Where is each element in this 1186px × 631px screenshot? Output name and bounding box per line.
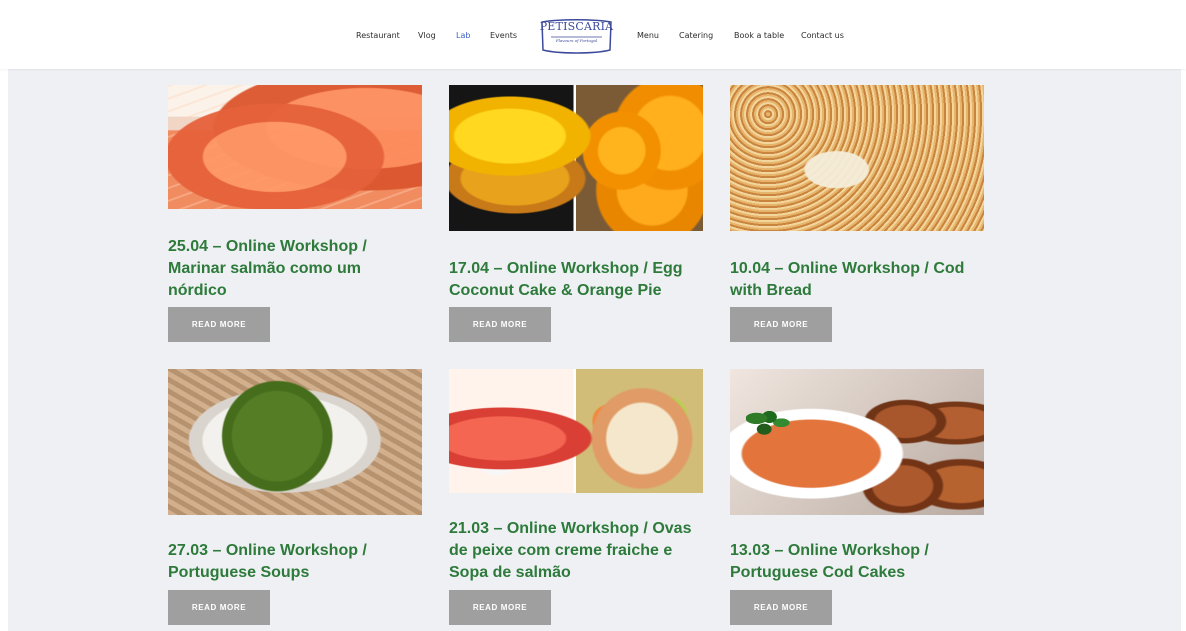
salmon-image[interactable] xyxy=(168,85,422,209)
logo-subtitle: Flavours of Portugal xyxy=(555,38,598,43)
post-title[interactable]: 25.04 – Online Workshop / Marinar salmão… xyxy=(168,236,422,302)
read-more-button[interactable]: READ MORE xyxy=(449,590,551,625)
logo-title: PETISCARIA xyxy=(539,20,614,33)
nav-events-link[interactable]: Events xyxy=(490,30,517,42)
nav-book-table-link[interactable]: Book a table xyxy=(734,30,784,42)
nav-vlog-link[interactable]: Vlog xyxy=(418,30,436,42)
nav-lab-link[interactable]: Lab xyxy=(456,30,470,42)
portuguese-cod-cakes-image[interactable] xyxy=(730,369,984,515)
post-title[interactable]: 13.03 – Online Workshop / Portuguese Cod… xyxy=(730,540,984,584)
page: Restaurant Vlog Lab Events PETISCARIA Fl… xyxy=(0,0,1186,631)
fish-roe-and-salmon-soup-image[interactable] xyxy=(449,369,703,493)
post-title[interactable]: 27.03 – Online Workshop / Portuguese Sou… xyxy=(168,540,422,584)
nav-contact-link[interactable]: Contact us xyxy=(801,30,844,42)
nav-restaurant-link[interactable]: Restaurant xyxy=(356,30,400,42)
petiscaria-logo[interactable]: PETISCARIA Flavours of Portugal xyxy=(539,16,614,55)
cod-with-bread-image[interactable] xyxy=(730,85,984,231)
portuguese-soup-image[interactable] xyxy=(168,369,422,515)
nav-catering-link[interactable]: Catering xyxy=(679,30,713,42)
read-more-button[interactable]: READ MORE xyxy=(168,590,270,625)
top-navigation-header: Restaurant Vlog Lab Events PETISCARIA Fl… xyxy=(0,0,1186,69)
post-title[interactable]: 17.04 – Online Workshop / Egg Coconut Ca… xyxy=(449,258,703,302)
egg-coconut-cake-orange-pie-image[interactable] xyxy=(449,85,703,231)
read-more-button[interactable]: READ MORE xyxy=(168,307,270,342)
left-page-edge xyxy=(0,69,8,631)
post-title[interactable]: 10.04 – Online Workshop / Cod with Bread xyxy=(730,258,984,302)
post-title[interactable]: 21.03 – Online Workshop / Ovas de peixe … xyxy=(449,518,703,584)
right-page-edge xyxy=(1181,69,1186,631)
nav-menu-link[interactable]: Menu xyxy=(637,30,659,42)
read-more-button[interactable]: READ MORE xyxy=(449,307,551,342)
read-more-button[interactable]: READ MORE xyxy=(730,590,832,625)
read-more-button[interactable]: READ MORE xyxy=(730,307,832,342)
